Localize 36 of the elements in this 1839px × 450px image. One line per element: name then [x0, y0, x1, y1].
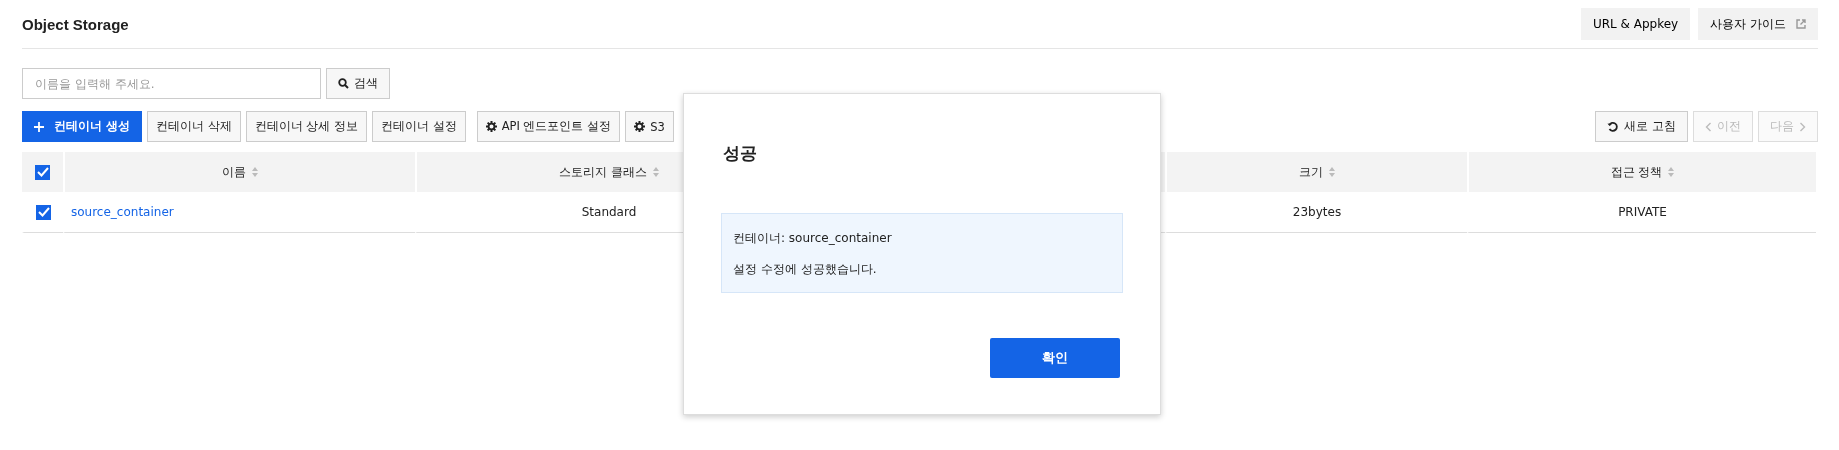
table-cell: 23bytes	[1292, 205, 1342, 219]
toolbar-button[interactable]: 컨테이너 생성	[22, 111, 142, 142]
container-link[interactable]: source_container	[71, 205, 174, 219]
search-field[interactable]: 이름을 입력해 주세요.	[22, 68, 321, 99]
column-header[interactable]: 이름	[63, 152, 415, 192]
sort-icon	[252, 167, 258, 177]
refresh-icon	[1607, 120, 1620, 133]
message-text: 컨테이너: source_container	[733, 230, 893, 247]
chevron-left-icon	[1705, 121, 1712, 132]
chevron-right-icon	[1799, 121, 1806, 132]
table-cell: Standard	[581, 205, 637, 219]
sort-icon	[1668, 167, 1675, 177]
message-text: 설정 수정에 성공했습니다.	[733, 261, 878, 278]
page-title: Object Storage	[22, 15, 129, 33]
search-button[interactable]: 검색	[326, 68, 390, 99]
column-header[interactable]: 크기	[1165, 152, 1467, 192]
sort-icon	[1329, 167, 1335, 177]
toolbar-button[interactable]: 컨테이너 삭제	[147, 111, 241, 142]
toolbar-button[interactable]: API 엔드포인트 설정	[476, 111, 621, 142]
header-button[interactable]: 사용자 가이드	[1698, 8, 1818, 40]
confirm-button[interactable]: 확인	[990, 338, 1120, 378]
external-link-icon	[1796, 19, 1806, 29]
toolbar-button[interactable]: 컨테이너 상세 정보	[245, 111, 367, 142]
plus-icon	[34, 121, 44, 132]
toolbar-button[interactable]: 컨테이너 설정	[372, 111, 466, 142]
table-cell: PRIVATE	[1618, 205, 1667, 219]
sort-icon	[652, 167, 659, 177]
toolbar-button[interactable]: S3	[625, 111, 674, 142]
settings-icon	[485, 121, 497, 132]
column-header[interactable]: 접근 정책	[1467, 152, 1816, 192]
toolbar-button[interactable]: 새로 고침	[1595, 111, 1688, 142]
row-checkbox[interactable]	[36, 204, 51, 220]
header-button[interactable]: URL & Appkey	[1580, 8, 1691, 40]
search-icon	[338, 78, 349, 89]
select-all-checkbox[interactable]	[35, 164, 50, 180]
settings-icon	[634, 121, 646, 132]
